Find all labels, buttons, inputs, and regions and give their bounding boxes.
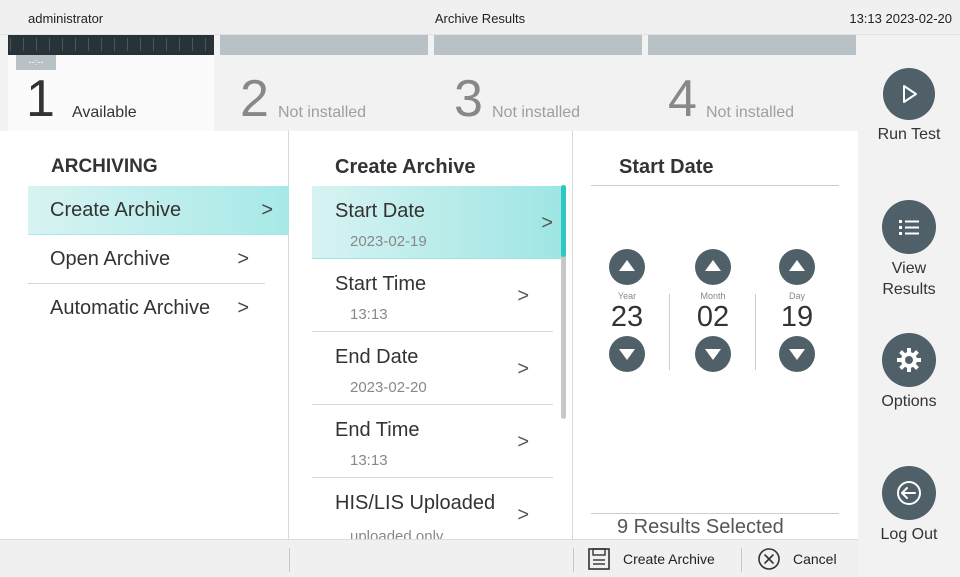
scrollbar-thumb[interactable] (561, 185, 566, 257)
his-lis-item[interactable]: HIS/LIS Uploaded uploaded only > (312, 478, 553, 539)
menu-automatic-archive-label: Automatic Archive (50, 297, 211, 319)
menu-automatic-archive[interactable]: Automatic Archive > (28, 284, 265, 333)
month-value: 02 (696, 301, 730, 333)
module-1[interactable]: --:-- 1 Available (8, 35, 214, 131)
day-down-arrow-icon[interactable] (779, 336, 815, 372)
chevron-right-icon: > (517, 285, 529, 307)
start-date-label: Start Date (335, 200, 426, 222)
module-2-number: 2 (240, 70, 269, 128)
module-3-number: 3 (454, 70, 483, 128)
archiving-heading: ARCHIVING (51, 156, 158, 177)
menu-open-archive-label: Open Archive (50, 248, 171, 270)
run-test-label: Run Test (877, 126, 941, 143)
day-up-arrow-icon[interactable] (779, 249, 815, 285)
clock: 13:13 2023-02-20 (849, 11, 952, 26)
list-icon (882, 200, 936, 254)
month-picker: Month 02 (683, 249, 743, 372)
end-date-label: End Date (335, 346, 419, 368)
logout-icon (882, 466, 936, 520)
chevron-right-icon: > (237, 248, 249, 270)
year-value: 23 (610, 301, 644, 333)
log-out-button[interactable]: Log Out (858, 466, 960, 545)
cancel-icon (758, 548, 780, 570)
end-time-item[interactable]: End Time 13:13 > (312, 405, 553, 478)
cancel-button[interactable]: Cancel (757, 540, 837, 577)
play-icon (883, 68, 935, 120)
chevron-right-icon: > (517, 358, 529, 380)
module-4-number: 4 (668, 70, 697, 128)
start-time-item[interactable]: Start Time 13:13 > (312, 259, 553, 332)
end-date-value: 2023-02-20 (350, 379, 427, 396)
chevron-right-icon: > (237, 297, 249, 319)
cancel-label: Cancel (793, 551, 837, 567)
page-title: Archive Results (434, 11, 526, 26)
picker-divider (755, 294, 756, 370)
save-icon (588, 548, 610, 570)
day-value: 19 (780, 301, 814, 333)
heading-divider (591, 185, 839, 186)
end-time-value: 13:13 (350, 452, 388, 469)
view-results-label-2: Results (882, 281, 936, 298)
module-3-header (434, 35, 642, 55)
menu-create-archive[interactable]: Create Archive > (28, 186, 289, 235)
run-test-button[interactable]: Run Test (858, 68, 960, 145)
bottom-action-bar: Create Archive Cancel (0, 539, 858, 577)
his-lis-label: HIS/LIS Uploaded (335, 492, 496, 514)
bottom-divider (741, 548, 742, 572)
chevron-right-icon: > (517, 504, 529, 526)
year-picker: Year 23 (597, 249, 657, 372)
gear-icon (882, 333, 936, 387)
chevron-right-icon: > (261, 199, 273, 221)
module-1-header (8, 35, 214, 55)
module-2-header (220, 35, 428, 55)
start-date-value: 2023-02-19 (350, 233, 427, 250)
month-down-arrow-icon[interactable] (695, 336, 731, 372)
module-1-timer: --:-- (16, 55, 56, 70)
log-out-label: Log Out (880, 526, 938, 543)
module-2-status: Not installed (278, 104, 367, 121)
month-up-arrow-icon[interactable] (695, 249, 731, 285)
results-selected: 9 Results Selected (591, 513, 839, 539)
bottom-divider (289, 548, 290, 572)
his-lis-value: uploaded only (350, 528, 444, 539)
end-date-item[interactable]: End Date 2023-02-20 > (312, 332, 553, 405)
start-time-label: Start Time (335, 273, 427, 295)
view-results-button[interactable]: View Results (858, 200, 960, 300)
start-date-panel: Start Date Year 23 Month 02 Day 19 9 Res… (573, 131, 858, 539)
title-bar: administrator Archive Results 13:13 2023… (0, 0, 960, 35)
view-results-label-1: View (891, 260, 927, 277)
right-sidebar: Run Test View Results Options Log Out (858, 35, 960, 577)
options-label: Options (881, 393, 937, 410)
create-archive-button[interactable]: Create Archive (587, 540, 715, 577)
options-button[interactable]: Options (858, 333, 960, 412)
start-time-value: 13:13 (350, 306, 388, 323)
chevron-right-icon: > (517, 431, 529, 453)
module-4[interactable]: 4 Not installed (648, 35, 856, 131)
start-date-heading: Start Date (619, 156, 714, 178)
create-archive-heading: Create Archive (335, 156, 476, 178)
year-down-arrow-icon[interactable] (609, 336, 645, 372)
module-2[interactable]: 2 Not installed (220, 35, 428, 131)
module-1-number: 1 (26, 70, 55, 128)
end-time-label: End Time (335, 419, 420, 441)
picker-divider (669, 294, 670, 370)
create-archive-label: Create Archive (623, 551, 715, 567)
start-date-item[interactable]: Start Date 2023-02-19 > (312, 186, 561, 259)
module-4-header (648, 35, 856, 55)
module-1-status: Available (72, 104, 137, 121)
bottom-divider (573, 548, 574, 572)
chevron-right-icon: > (541, 212, 553, 234)
menu-create-archive-label: Create Archive (50, 199, 182, 221)
create-archive-panel: Create Archive Start Date 2023-02-19 > S… (289, 131, 573, 539)
module-4-status: Not installed (706, 104, 795, 121)
menu-open-archive[interactable]: Open Archive > (28, 235, 265, 284)
day-picker: Day 19 (767, 249, 827, 372)
archiving-panel: ARCHIVING Create Archive > Open Archive … (0, 131, 289, 539)
module-status-bar: --:-- 1 Available 2 Not installed 3 Not … (0, 35, 858, 131)
module-3-status: Not installed (492, 104, 581, 121)
module-3[interactable]: 3 Not installed (434, 35, 642, 131)
year-up-arrow-icon[interactable] (609, 249, 645, 285)
